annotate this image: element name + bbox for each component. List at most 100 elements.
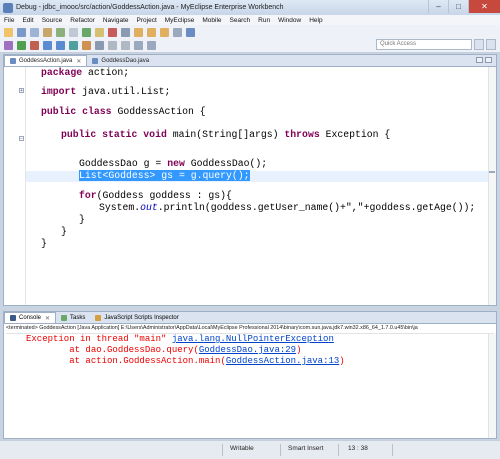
menu-myeclipse[interactable]: MyEclipse [165,17,195,24]
pane-controls [474,57,492,63]
status-bar: Writable Smart Insert 13 : 38 [0,440,500,459]
tab-goddessdao[interactable]: GoddessDao.java [87,55,154,66]
drop-to-frame-icon[interactable] [173,27,182,37]
toolbar-row [4,26,199,38]
status-divider [338,444,339,456]
menu-bar: File Edit Source Refactor Navigate Proje… [0,15,500,25]
annotation-prev-icon[interactable] [121,40,130,50]
console-process-info: <terminated> GoddessAction [Java Applica… [6,325,494,334]
editor-pane: GoddessAction.java ✕ GoddessDao.java + −… [3,54,497,306]
menu-edit[interactable]: Edit [22,17,33,24]
new-class-icon[interactable] [69,40,78,50]
forward-icon[interactable] [147,40,156,50]
fold-collapse-icon[interactable]: − [19,136,24,142]
java-file-icon [92,57,99,64]
disconnect-icon[interactable] [121,27,130,37]
menu-source[interactable]: Source [42,17,63,24]
console-view-icon[interactable] [69,27,78,37]
code-line: } [79,214,85,225]
console-line: Exception in thread "main" java.lang.Nul… [26,334,334,344]
status-insert-mode: Smart Insert [288,445,324,452]
console-icon [10,315,16,321]
menu-help[interactable]: Help [309,17,322,24]
new-package-icon[interactable] [56,40,65,50]
minimize-button[interactable]: – [428,0,448,13]
console-output: Exception in thread "main" java.lang.Nul… [26,334,486,367]
save-icon[interactable] [17,27,26,37]
code-line: List<Goddess> gs = g.query(); [79,170,250,182]
window-controls: – □ ✕ [428,0,500,15]
menu-project[interactable]: Project [137,17,157,24]
code-line: package action; [41,67,130,78]
debug-perspective-icon[interactable] [486,39,496,50]
maximize-pane-icon[interactable] [485,57,492,63]
tab-label: Console [19,315,42,321]
print-icon[interactable] [43,27,52,37]
status-cursor-position: 13 : 38 [348,445,368,452]
new-icon[interactable] [4,27,13,37]
code-line: System.out.println(goddess.getUser_name(… [99,202,476,213]
status-divider [222,444,223,456]
status-writable: Writable [230,445,254,452]
save-all-icon[interactable] [30,27,39,37]
fold-expand-icon[interactable]: + [19,88,24,94]
search-icon[interactable] [95,40,104,50]
console-tabs: Console ✕ Tasks JavaScript Scripts Inspe… [4,312,496,324]
exception-link[interactable]: java.lang.NullPointerException [172,334,334,344]
tab-js-inspector[interactable]: JavaScript Scripts Inspector [90,312,183,323]
step-into-icon[interactable] [134,27,143,37]
debug-icon[interactable] [4,40,13,50]
menu-run[interactable]: Run [258,17,270,24]
app-icon [3,2,13,13]
console-scrollbar[interactable] [488,334,496,438]
back-icon[interactable] [134,40,143,50]
editor-tabs: GoddessAction.java ✕ GoddessDao.java [4,55,496,67]
close-button[interactable]: ✕ [468,0,500,13]
terminate-icon[interactable] [108,27,117,37]
code-text: package action; import java.util.List; p… [41,67,486,305]
selected-text: List<Goddess> gs = g.query(); [79,170,250,181]
external-tools-icon[interactable] [30,40,39,50]
toolbar: Quick Access [0,25,500,53]
menu-window[interactable]: Window [278,17,301,24]
console-line: at dao.GoddessDao.query(GoddessDao.java:… [26,345,302,355]
suspend-icon[interactable] [95,27,104,37]
tab-label: GoddessAction.java [19,58,73,64]
menu-file[interactable]: File [4,17,14,24]
code-line: } [41,238,47,249]
quick-access-input[interactable]: Quick Access [376,39,472,50]
annotation-next-icon[interactable] [108,40,117,50]
occurrence-marker[interactable] [489,171,495,173]
close-tab-icon[interactable]: ✕ [45,315,50,322]
tab-tasks[interactable]: Tasks [56,312,90,323]
new-java-project-icon[interactable] [43,40,52,50]
open-perspective-icon[interactable] [474,39,484,50]
tab-goddessaction[interactable]: GoddessAction.java ✕ [4,55,88,66]
use-step-filters-icon[interactable] [186,27,195,37]
stack-trace-link[interactable]: GoddessAction.java:13 [226,356,339,366]
server-icon[interactable] [56,27,65,37]
menu-mobile[interactable]: Mobile [202,17,221,24]
menu-refactor[interactable]: Refactor [70,17,95,24]
maximize-button[interactable]: □ [448,0,468,13]
js-inspector-icon [95,314,102,321]
step-return-icon[interactable] [160,27,169,37]
tab-console[interactable]: Console ✕ [4,312,57,323]
step-over-icon[interactable] [147,27,156,37]
code-line: for(Goddess goddess : gs){ [79,190,232,201]
status-divider [392,444,393,456]
resume-icon[interactable] [82,27,91,37]
minimize-pane-icon[interactable] [476,57,483,63]
menu-navigate[interactable]: Navigate [103,17,129,24]
run-icon[interactable] [17,40,26,50]
code-line: GoddessDao g = new GoddessDao(); [79,158,268,169]
stack-trace-link[interactable]: GoddessDao.java:29 [199,345,296,355]
window-title: Debug - jdbc_imooc/src/action/GoddessAct… [16,4,284,11]
close-tab-icon[interactable]: ✕ [76,58,81,65]
editor-overview-ruler[interactable] [488,67,496,305]
tab-label: Tasks [70,314,86,321]
menu-search[interactable]: Search [230,17,251,24]
open-type-icon[interactable] [82,40,91,50]
code-editor[interactable]: + − package action; import java.util.Lis… [4,67,496,305]
editor-ruler: + − [4,67,26,305]
